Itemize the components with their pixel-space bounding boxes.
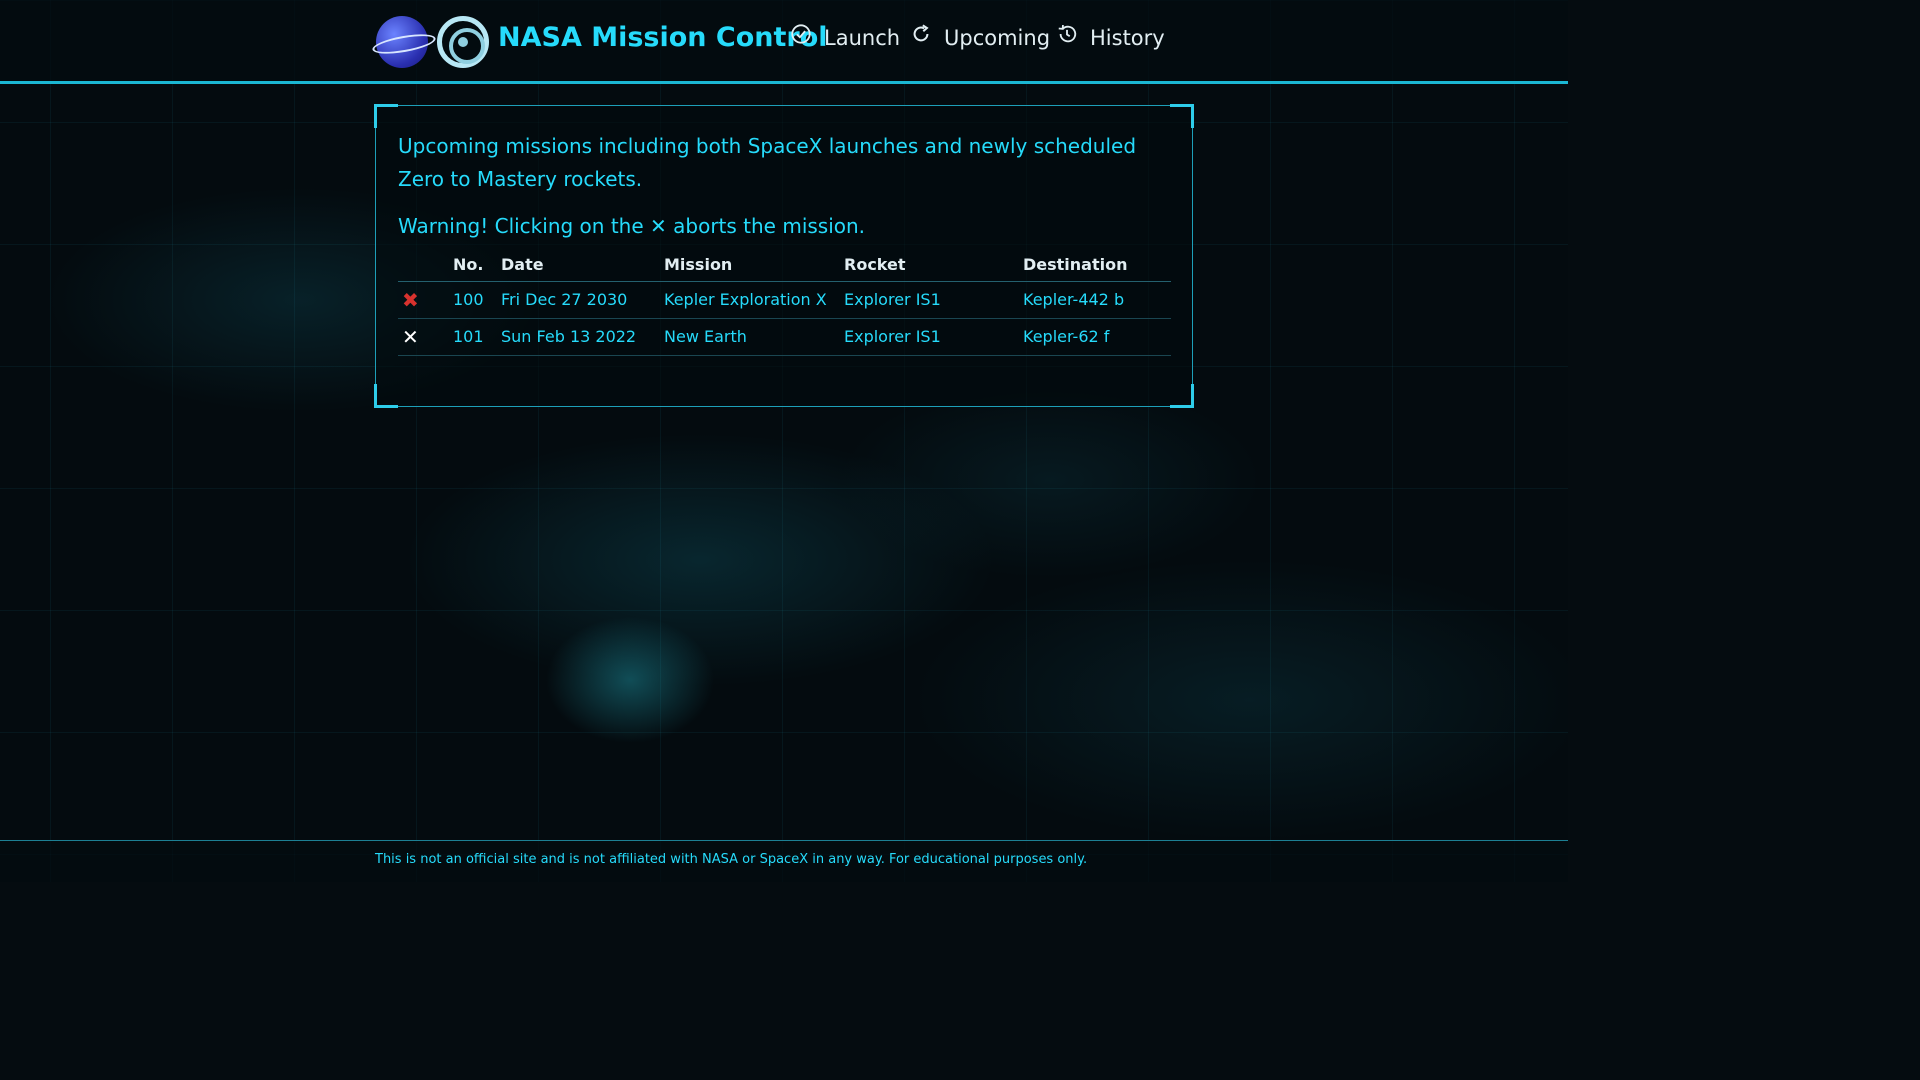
table-header-row: No. Date Mission Rocket Destination: [398, 246, 1171, 282]
abort-mission-button[interactable]: ✖: [402, 288, 419, 312]
footer-disclaimer: This is not an official site and is not …: [375, 852, 1088, 867]
footer: This is not an official site and is not …: [0, 840, 1568, 882]
header-destination: Destination: [1023, 246, 1171, 282]
abort-mission-button[interactable]: ✕: [402, 325, 419, 349]
warning-text: Warning! Clicking on the ✕ aborts the mi…: [398, 214, 865, 238]
app-title: NASA Mission Control: [498, 22, 828, 53]
mission-date: Fri Dec 27 2030: [501, 281, 664, 319]
table-row: ✕ 101 Sun Feb 13 2022 New Earth Explorer…: [398, 318, 1171, 356]
frame-corner: [374, 384, 398, 408]
missions-table: No. Date Mission Rocket Destination ✖ 10…: [398, 246, 1171, 356]
frame-corner: [1170, 384, 1194, 408]
mission-name: New Earth: [664, 318, 844, 356]
nav-launch-label: Launch: [824, 26, 901, 50]
header-date: Date: [501, 246, 664, 282]
header-rocket: Rocket: [844, 246, 1023, 282]
nav-upcoming[interactable]: Upcoming: [910, 24, 1051, 50]
frame-corner: [1170, 104, 1194, 128]
mission-number: 101: [453, 318, 501, 356]
mission-destination: Kepler-62 f: [1023, 318, 1171, 356]
mission-date: Sun Feb 13 2022: [501, 318, 664, 356]
target-logo-icon: [437, 16, 489, 68]
frame-corner: [374, 104, 398, 128]
history-icon: [1058, 24, 1077, 43]
header-abort: [398, 246, 453, 282]
check-circle-icon: [791, 24, 811, 44]
abort-cell: ✕: [398, 318, 453, 356]
nav-history-label: History: [1090, 26, 1165, 50]
app-header: NASA Mission Control Launch Upcoming His…: [0, 0, 1568, 84]
mission-rocket: Explorer IS1: [844, 281, 1023, 319]
warning-suffix: aborts the mission.: [673, 214, 866, 238]
nav-history[interactable]: History: [1056, 24, 1165, 50]
header-no: No.: [453, 246, 501, 282]
mission-name: Kepler Exploration X: [664, 281, 844, 319]
abort-x-icon: ✕: [650, 214, 667, 238]
warning-prefix: Warning! Clicking on the: [398, 214, 644, 238]
intro-text: Upcoming missions including both SpaceX …: [398, 134, 1137, 191]
nav-upcoming-label: Upcoming: [944, 26, 1051, 50]
refresh-icon: [913, 24, 929, 42]
table-row: ✖ 100 Fri Dec 27 2030 Kepler Exploration…: [398, 281, 1171, 319]
abort-cell: ✖: [398, 281, 453, 319]
planet-logo-icon: [376, 16, 428, 68]
header-mission: Mission: [664, 246, 844, 282]
nav-launch[interactable]: Launch: [790, 24, 901, 50]
upcoming-missions-panel: Upcoming missions including both SpaceX …: [374, 104, 1194, 408]
mission-destination: Kepler-442 b: [1023, 281, 1171, 319]
mission-number: 100: [453, 281, 501, 319]
mission-rocket: Explorer IS1: [844, 318, 1023, 356]
